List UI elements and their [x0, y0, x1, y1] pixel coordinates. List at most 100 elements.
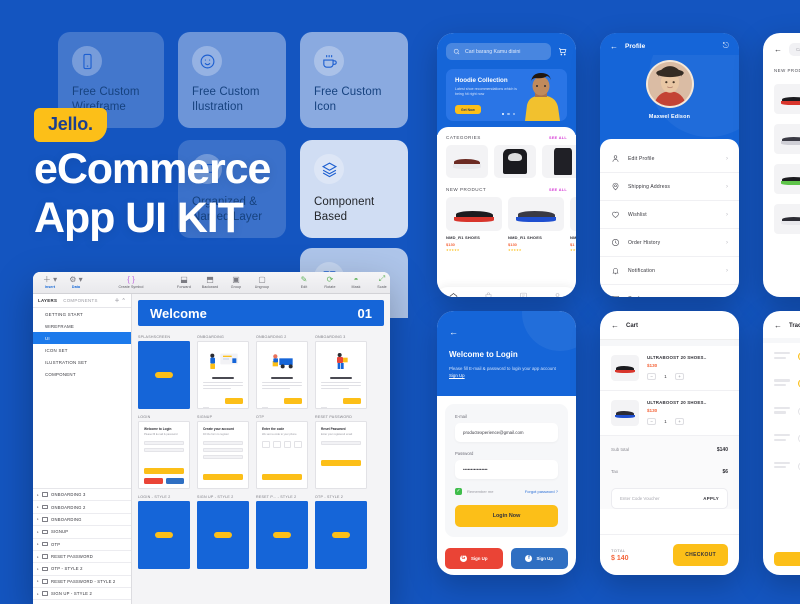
remember-me-checkbox[interactable]: ✓ — [455, 487, 462, 495]
tab-components[interactable]: COMPONENTS — [63, 298, 97, 303]
categories-row[interactable] — [446, 145, 576, 178]
search-input[interactable]: Cari — [789, 43, 800, 56]
category-card-shoes[interactable] — [446, 145, 488, 178]
apply-button[interactable]: APPLY — [703, 496, 719, 501]
artboard-onboarding[interactable]: ONBOARDING — [197, 335, 249, 409]
password-field[interactable]: •••••••••••••••• — [455, 459, 558, 479]
list-item[interactable]: ▸ RESET PASSWORD — [33, 551, 131, 564]
artboard-reset-password[interactable]: RESET PASSWORD Reset Password Enter your… — [315, 415, 367, 489]
back-arrow-icon[interactable]: ← — [449, 327, 458, 337]
forgot-password-link[interactable]: Forgot password ? — [525, 489, 558, 494]
product-card[interactable]: NM $1 ★★★ — [570, 197, 576, 252]
back-arrow-icon[interactable]: ← — [611, 321, 619, 330]
toolbar-rotate-button[interactable]: ⟳ Rotate — [317, 274, 343, 290]
artboard-signup-style2[interactable]: SIGN UP - STYLE 2 — [197, 495, 249, 569]
menu-item-shipping-address[interactable]: Shipping Address › — [600, 173, 739, 201]
menu-item-notification[interactable]: Notification › — [600, 257, 739, 285]
tab-home[interactable]: Home — [449, 288, 458, 297]
list-item[interactable] — [763, 199, 800, 239]
get-now-button[interactable]: Get Now — [455, 105, 481, 115]
back-arrow-icon[interactable]: ← — [610, 42, 618, 51]
list-item[interactable] — [763, 159, 800, 199]
toolbar-scale-button[interactable]: ⤢ Scale — [369, 274, 390, 289]
page-item-ilustration-set[interactable]: ILUSTRATION SET — [33, 356, 131, 368]
artboard-onboarding-3[interactable]: ONBOARDING 3 — [315, 335, 367, 409]
artboard-login[interactable]: LOGIN Welcome to Login Please fill E-mai… — [138, 415, 190, 489]
checkout-button[interactable]: CHECKOUT — [673, 544, 728, 566]
artboard-onboarding-2[interactable]: ONBOARDING 2 — [256, 335, 308, 409]
location-pin-icon — [612, 182, 619, 191]
toolbar-insert-button[interactable]: ＋ ▾ Insert — [37, 274, 63, 290]
increment-button[interactable]: + — [675, 418, 684, 425]
cart-item[interactable]: ULTRABOOST 20 SHOES.. $130 − 1 + — [600, 346, 739, 391]
voucher-input[interactable]: Enter Code Voucher APPLY — [611, 488, 728, 509]
tab-account[interactable]: Account — [552, 288, 564, 297]
list-item[interactable]: ▸LOGIN — [33, 600, 131, 604]
tab-layers[interactable]: LAYERS — [38, 298, 57, 303]
toolbar-backward-button[interactable]: ⬒ Backward — [197, 274, 223, 290]
menu-item-order-history[interactable]: Order History › — [600, 229, 739, 257]
track-action-button[interactable] — [774, 552, 800, 566]
list-item[interactable]: ▸ ONBOARDING 3 — [33, 489, 131, 502]
menu-item-edit-profile[interactable]: Edit Profile › — [600, 145, 739, 173]
list-item[interactable] — [763, 79, 800, 119]
artboard-reset-style2[interactable]: RESET P... - STYLE 2 — [256, 495, 308, 569]
page-item-getting-start[interactable]: GETTING START — [33, 308, 131, 320]
cart-item[interactable]: ULTRABOOST 20 SHOES.. $130 − 1 + — [600, 391, 739, 436]
decrement-button[interactable]: − — [647, 418, 656, 425]
hero-banner[interactable]: Hoodie Collection Latest shoe recommenda… — [446, 69, 567, 121]
tab-product[interactable]: Product — [483, 288, 495, 297]
toolbar-ungroup-button[interactable]: ▢ Ungroup — [249, 274, 275, 290]
list-item[interactable] — [763, 119, 800, 159]
quantity-stepper[interactable]: − 1 + — [647, 373, 728, 380]
back-arrow-icon[interactable]: ← — [774, 321, 782, 330]
list-item[interactable]: ▸ ONBOARDING 2 — [33, 501, 131, 514]
list-item[interactable]: ▸ OTP — [33, 539, 131, 551]
tab-order[interactable]: Order — [519, 288, 528, 297]
email-field[interactable]: productexperience@gmail.com — [455, 422, 558, 442]
page-item-wireframe[interactable]: WIREFRAME — [33, 320, 131, 332]
toolbar-edit-button[interactable]: ✎ Edit — [291, 274, 317, 290]
product-row[interactable]: NMD_R1 SHOES $130 ★★★★★ NMD_R1 SHOES $13… — [446, 197, 576, 252]
list-item[interactable]: ▸ RESET PASSWORD - STYLE 2 — [33, 576, 131, 588]
signup-link[interactable]: Sign Up — [449, 373, 465, 378]
cart-icon[interactable] — [558, 47, 567, 56]
category-card-pants[interactable] — [542, 145, 576, 178]
carousel-dots[interactable] — [501, 112, 516, 115]
facebook-signup-button[interactable]: f Sign Up — [510, 547, 568, 569]
page-item-component[interactable]: COMPONENT — [33, 368, 131, 380]
list-item[interactable]: ▸ ONBOARDING — [33, 514, 131, 527]
artboard-signup[interactable]: SIGNUP Create your account Fill the form… — [197, 415, 249, 489]
list-item[interactable]: ▸ SIGN UP - STYLE 2 — [33, 588, 131, 601]
search-input[interactable]: Cari barang Kamu disini — [446, 43, 551, 60]
logout-icon[interactable]: ⎋ — [723, 41, 729, 51]
page-item-icon-set[interactable]: ICON SET — [33, 344, 131, 356]
artboard-login-style2[interactable]: LOGIN - STYLE 2 — [138, 495, 190, 569]
page-item-ui[interactable]: UI — [33, 332, 131, 344]
decrement-button[interactable]: − — [647, 373, 656, 380]
product-card[interactable]: NMD_R1 SHOES $130 ★★★★★ — [508, 197, 564, 252]
add-page-icon[interactable]: ＋ ⌃ — [115, 297, 126, 304]
login-button[interactable]: Login Now — [455, 504, 558, 527]
artboard-otp-style2[interactable]: OTP - STYLE 2 — [315, 495, 367, 569]
google-signup-button[interactable]: G Sign Up — [445, 547, 503, 569]
categories-see-all[interactable]: SEE ALL — [549, 136, 567, 140]
menu-item-wishlist[interactable]: Wishlist › — [600, 201, 739, 229]
toolbar-group-button[interactable]: ▣ Group — [223, 274, 249, 290]
category-card-hoodie[interactable] — [494, 145, 536, 178]
canvas[interactable]: Welcome 01 SPLASHSCREEN ONBOARDING ONBOA… — [132, 294, 390, 604]
new-product-see-all[interactable]: SEE ALL — [549, 188, 567, 192]
list-item[interactable]: ▸ SIGNUP — [33, 526, 131, 539]
back-arrow-icon[interactable]: ← — [774, 45, 782, 54]
toolbar-mask-button[interactable]: ◓ Mask — [343, 274, 369, 290]
artboard-splashscreen[interactable]: SPLASHSCREEN — [138, 335, 190, 409]
menu-item-cards[interactable]: Cards › — [600, 285, 739, 297]
increment-button[interactable]: + — [675, 373, 684, 380]
product-card[interactable]: NMD_R1 SHOES $130 ★★★★★ — [446, 197, 502, 252]
toolbar-data-button[interactable]: ⚙ ▾ Data — [63, 274, 89, 290]
quantity-stepper[interactable]: − 1 + — [647, 418, 728, 425]
toolbar-create-symbol-button[interactable]: { } Create Symbol — [107, 274, 155, 290]
list-item[interactable]: ▸ OTP - STYLE 2 — [33, 563, 131, 576]
artboard-otp[interactable]: OTP Enter the code We sent a code to you… — [256, 415, 308, 489]
toolbar-forward-button[interactable]: ⬓ Forward — [171, 274, 197, 290]
